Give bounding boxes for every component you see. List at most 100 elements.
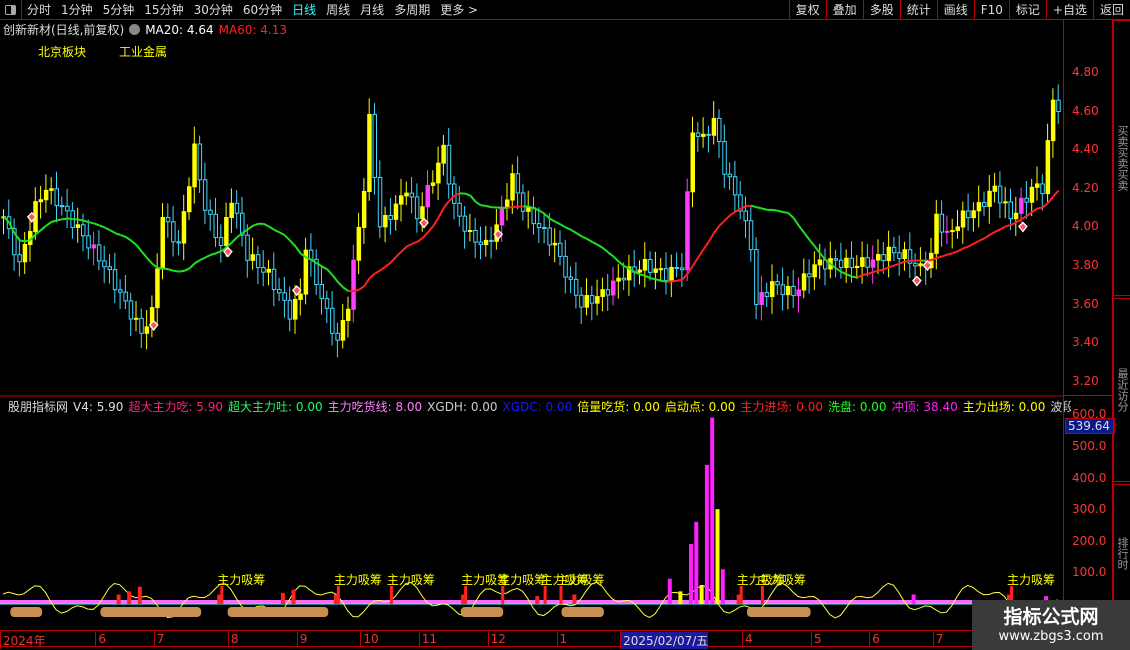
ma-line-segment <box>718 219 726 227</box>
kline-chart[interactable]: 主力吸筹 主力吸筹 主力吸筹 主力吸筹主力吸筹主力吸筹主力吸筹 主力吸筹主力吸筹 主力吸筹 <box>0 0 1063 630</box>
diamond-signal-icon <box>419 217 429 229</box>
ma-line-segment <box>999 225 1007 231</box>
ma-line-segment <box>374 269 381 275</box>
candle <box>287 299 293 320</box>
candle <box>213 213 218 238</box>
ma-line-segment <box>279 231 286 237</box>
candle <box>955 226 960 232</box>
candle <box>876 254 881 261</box>
candle <box>833 258 839 261</box>
ma-line-segment <box>157 266 164 270</box>
candle <box>181 211 187 244</box>
candle <box>812 264 817 278</box>
candle <box>187 186 192 213</box>
indicator-tick: 300.0 <box>1072 502 1107 517</box>
candle <box>330 307 335 334</box>
candle <box>383 214 388 228</box>
toolbar-button[interactable]: 返回 <box>1092 0 1130 20</box>
indicator-name[interactable]: 股朋指标网 <box>8 398 68 415</box>
ma-line-segment <box>602 247 609 254</box>
ma-line-segment <box>168 268 174 272</box>
candle <box>722 141 727 175</box>
ma-line-segment <box>973 239 980 245</box>
ma-line-segment <box>792 217 800 227</box>
ma-line-segment <box>432 216 440 227</box>
ma-line-segment <box>862 272 869 277</box>
candle <box>1056 99 1061 113</box>
price-tick: 3.80 <box>1072 258 1099 273</box>
indicator-field: 主力吃货线: 8.00 <box>327 400 423 414</box>
date-axis: 2024年 6 7 8 9 10 11 12 1 2025/02/07/五 4 5 6 7 <box>0 630 1063 649</box>
indicator-bar <box>694 521 699 604</box>
indicator-field: 主力进场: 0.00 <box>740 400 823 414</box>
ma-line-segment <box>607 251 615 258</box>
watermark: 指标公式网 www.zbgs3.com <box>972 600 1130 650</box>
side-tab-char: 时 <box>1116 558 1129 570</box>
candle <box>102 260 107 268</box>
ma-line-segment <box>538 209 546 215</box>
candle <box>367 113 372 193</box>
candle <box>393 203 399 220</box>
indicator-field: 超大主力吃: 5.90 <box>128 400 224 414</box>
candle <box>902 249 907 260</box>
ma-line-segment <box>263 222 270 228</box>
ma-line-segment <box>93 222 100 227</box>
date-label: 10 <box>360 632 379 646</box>
indicator-field: 冲顶: 38.40 <box>891 400 958 414</box>
side-tab[interactable]: 最近访分 <box>1113 298 1130 482</box>
candle <box>1008 201 1013 220</box>
ma-line-segment <box>353 288 360 293</box>
date-label: 2024年 <box>0 632 46 649</box>
candle <box>791 285 796 297</box>
ma-line-segment <box>464 192 471 197</box>
candle <box>870 259 876 268</box>
ma-line-segment <box>252 222 259 227</box>
ma-line-segment <box>78 218 84 222</box>
watermark-name: 指标公式网 <box>1003 606 1099 628</box>
ma-line-segment <box>369 272 376 279</box>
candle <box>982 202 987 207</box>
signal-bar <box>501 586 505 604</box>
candle <box>706 133 711 136</box>
candle <box>197 143 203 181</box>
candle <box>653 268 658 273</box>
candle <box>298 293 303 300</box>
ma-line-segment <box>469 194 477 203</box>
side-tab-char: 买 <box>1116 147 1129 158</box>
signal-bar <box>336 586 340 604</box>
candle <box>446 144 452 185</box>
candle <box>669 266 674 282</box>
price-tick: 3.40 <box>1072 335 1099 350</box>
indicator-bar <box>280 592 285 604</box>
indicator-bar <box>704 464 709 604</box>
candle <box>976 202 982 212</box>
ma-line-segment <box>421 231 429 239</box>
candle <box>372 113 377 178</box>
candle <box>817 259 823 266</box>
ma-line-segment <box>210 252 217 256</box>
ma-line-segment <box>390 256 397 264</box>
candle <box>849 257 854 269</box>
ma-line-segment <box>560 223 567 229</box>
ma-line-segment <box>88 221 95 225</box>
side-tab-char: 近 <box>1116 379 1129 390</box>
candle <box>536 223 542 229</box>
ma-line-segment <box>326 268 334 276</box>
candle <box>717 117 722 143</box>
ma-line-segment <box>204 253 212 259</box>
accumulation-zone-icon <box>10 607 43 617</box>
ma-line-segment <box>549 217 556 223</box>
candle <box>277 288 282 294</box>
signal-label: 主力吸筹 <box>498 573 546 587</box>
side-tab[interactable]: 买卖买卖买卖 <box>1113 20 1130 296</box>
candle <box>621 277 627 281</box>
ma-line-segment <box>851 275 858 279</box>
ma-line-segment <box>803 232 811 241</box>
candle <box>134 317 139 320</box>
candle <box>997 185 1003 204</box>
candle <box>218 236 224 246</box>
indicator-field: 洗盘: 0.00 <box>827 400 887 414</box>
candle <box>510 173 515 201</box>
signal-bar <box>760 586 764 604</box>
candle <box>192 143 197 188</box>
